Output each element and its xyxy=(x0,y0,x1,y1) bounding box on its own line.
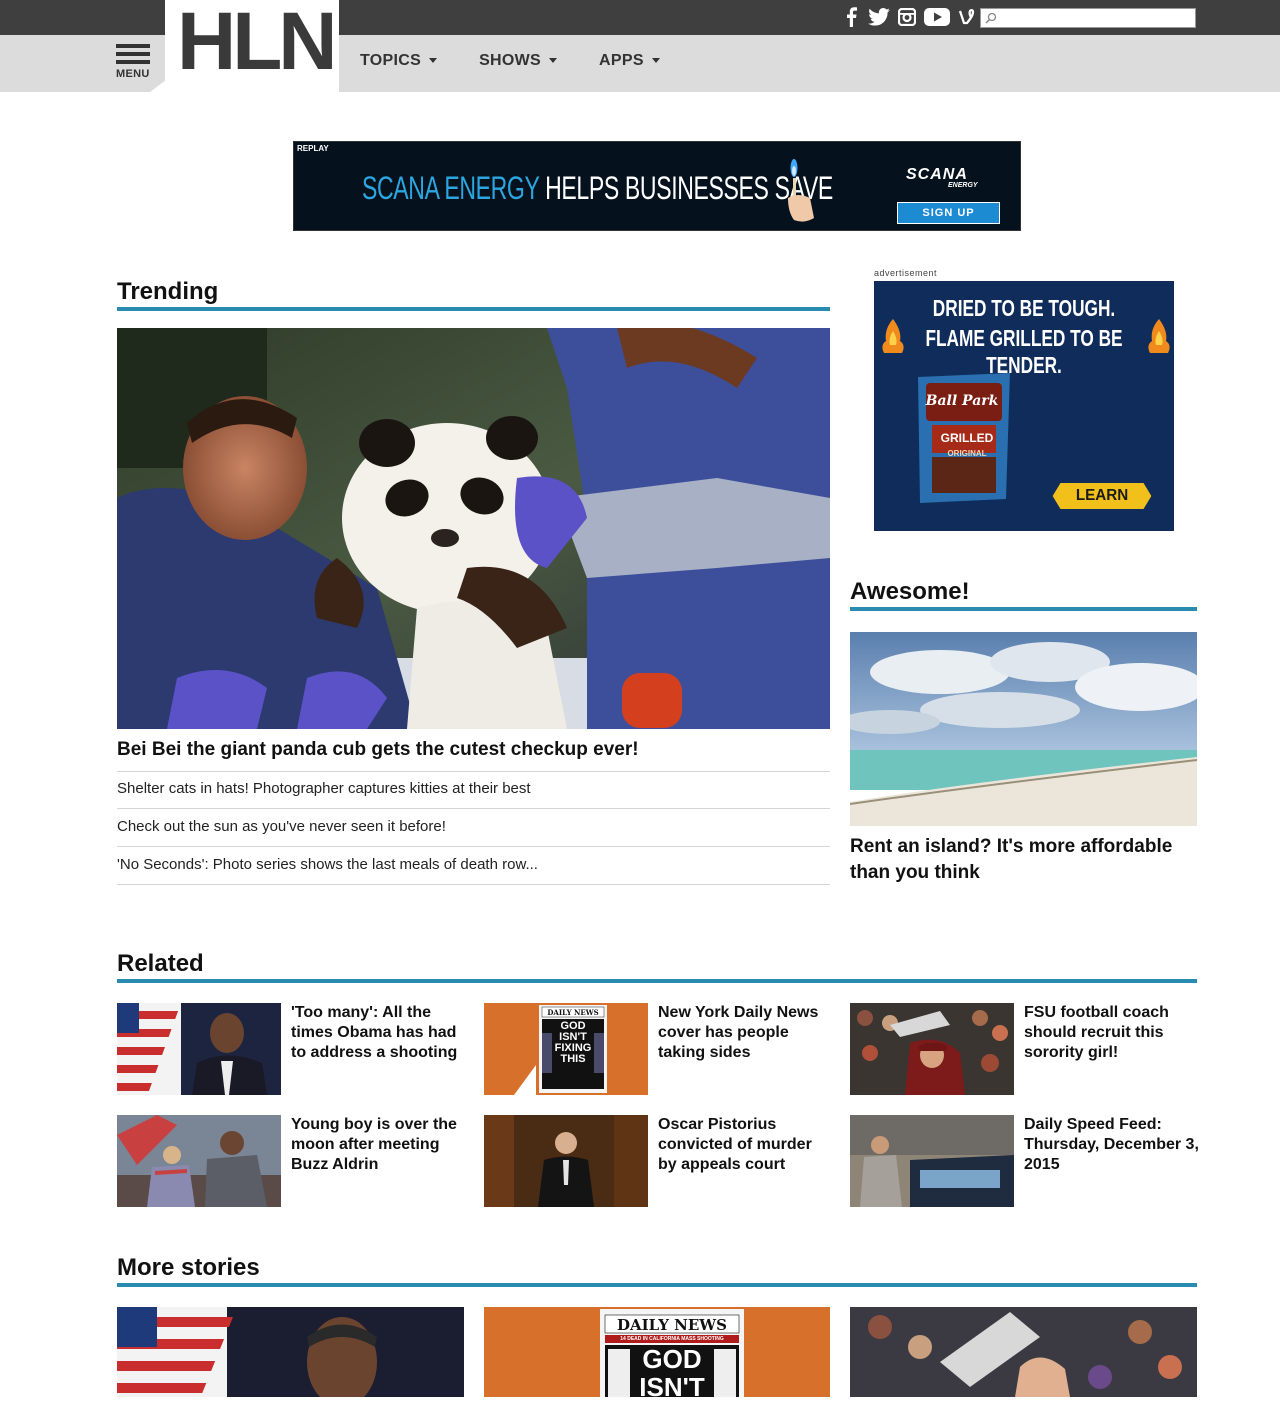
related-thumb: DAILY NEWS GOD ISN'T FIXING THIS xyxy=(484,1003,648,1095)
divider xyxy=(117,884,830,885)
logo-text: HLN xyxy=(177,0,338,87)
related-thumb xyxy=(850,1115,1014,1207)
instagram-icon[interactable] xyxy=(896,6,918,28)
divider xyxy=(117,846,830,847)
daily-news-masthead: DAILY NEWS xyxy=(616,1316,727,1334)
caret-down-icon xyxy=(651,58,660,64)
youtube-icon[interactable] xyxy=(924,6,950,28)
trending-rule xyxy=(117,307,830,311)
related-item[interactable]: 'Too many': All the times Obama has had … xyxy=(117,1003,467,1098)
flame-icon xyxy=(1148,319,1170,353)
related-text: New York Daily News cover has people tak… xyxy=(658,1004,819,1061)
nav-apps[interactable]: APPS xyxy=(599,52,660,70)
flame-icon xyxy=(882,319,904,353)
trending-link-1[interactable]: Shelter cats in hats! Photographer captu… xyxy=(117,780,830,797)
divider xyxy=(117,808,830,809)
more-story-card[interactable] xyxy=(850,1307,1197,1397)
ad-replay-tag[interactable]: REPLAY xyxy=(297,144,329,153)
nav-topics-label: TOPICS xyxy=(360,52,422,69)
ad-headline: SCANA ENERGY HELPS BUSINESSES SAVE xyxy=(362,170,833,207)
related-text: 'Too many': All the times Obama has had … xyxy=(291,1004,458,1061)
nav-topics[interactable]: TOPICS xyxy=(360,52,438,70)
search-input[interactable] xyxy=(1000,10,1195,26)
divider xyxy=(117,771,830,772)
side-ad-line1: DRIED TO BE TOUGH. xyxy=(932,295,1116,321)
related-item[interactable]: DAILY NEWS GOD ISN'T FIXING THIS New Yor… xyxy=(484,1003,834,1098)
related-text: FSU football coach should recruit this s… xyxy=(1024,1004,1169,1061)
related-text: Young boy is over the moon after meeting… xyxy=(291,1116,457,1173)
product-flavor-label: ORIGINAL xyxy=(947,449,987,458)
product-name-label: GRILLED xyxy=(940,431,994,445)
side-ad[interactable]: DRIED TO BE TOUGH. FLAME GRILLED TO BE T… xyxy=(874,281,1174,531)
daily-news-masthead: DAILY NEWS xyxy=(547,1008,599,1017)
product-brand-label: Ball Park xyxy=(925,393,999,409)
related-text: Daily Speed Feed: Thursday, December 3, … xyxy=(1024,1116,1199,1173)
awesome-heading: Awesome! xyxy=(850,578,970,605)
trending-hero-title[interactable]: Bei Bei the giant panda cub gets the cut… xyxy=(117,739,639,761)
search-box[interactable] xyxy=(980,8,1196,28)
awesome-image[interactable] xyxy=(850,632,1197,826)
daily-news-headline: GOD ISN'T xyxy=(639,1344,705,1397)
related-heading: Related xyxy=(117,950,204,977)
menu-button[interactable]: MENU xyxy=(116,44,152,84)
related-rule xyxy=(117,979,1197,983)
awesome-rule xyxy=(850,607,1197,611)
trending-link-2[interactable]: Check out the sun as you've never seen i… xyxy=(117,818,830,835)
awesome-story-title[interactable]: Rent an island? It's more affordable tha… xyxy=(850,834,1200,886)
caret-down-icon xyxy=(429,58,438,64)
nav-apps-label: APPS xyxy=(599,52,644,69)
daily-news-subhead: 14 DEAD IN CALIFORNIA MASS SHOOTING xyxy=(620,1336,724,1342)
banner-ad[interactable]: REPLAY SCANA ENERGY HELPS BUSINESSES SAV… xyxy=(293,141,1021,231)
caret-down-icon xyxy=(549,58,558,64)
related-thumb xyxy=(117,1115,281,1207)
trending-hero-image[interactable] xyxy=(117,328,830,729)
facebook-icon[interactable] xyxy=(840,6,862,28)
daily-news-headline: GOD ISN'T FIXING THIS xyxy=(554,1020,592,1065)
more-stories-rule xyxy=(117,1283,1197,1287)
twitter-icon[interactable] xyxy=(868,6,890,28)
ad-headline-brand: SCANA ENERGY xyxy=(362,170,540,206)
related-item[interactable]: Oscar Pistorius convicted of murder by a… xyxy=(484,1115,834,1210)
search-icon xyxy=(985,12,997,24)
side-ad-line2: FLAME GRILLED TO BE TENDER. xyxy=(925,325,1123,378)
trending-link-3[interactable]: 'No Seconds': Photo series shows the las… xyxy=(117,856,830,873)
related-item[interactable]: FSU football coach should recruit this s… xyxy=(850,1003,1200,1098)
vine-icon[interactable] xyxy=(956,6,978,28)
more-story-card[interactable]: DAILY NEWS 14 DEAD IN CALIFORNIA MASS SH… xyxy=(484,1307,830,1397)
menu-label: MENU xyxy=(116,68,150,80)
hln-logo[interactable]: HLN xyxy=(165,0,339,92)
related-item[interactable]: Young boy is over the moon after meeting… xyxy=(117,1115,467,1210)
related-thumb xyxy=(484,1115,648,1207)
nav-shows[interactable]: SHOWS xyxy=(479,52,558,70)
related-text: Oscar Pistorius convicted of murder by a… xyxy=(658,1116,812,1173)
more-stories-heading: More stories xyxy=(117,1254,260,1281)
ad-signup-button[interactable]: SIGN UP xyxy=(897,202,1000,224)
related-thumb xyxy=(850,1003,1014,1095)
main-nav: TOPICS SHOWS APPS xyxy=(360,52,660,70)
trending-heading: Trending xyxy=(117,278,219,305)
advertisement-label: advertisement xyxy=(874,268,938,278)
more-story-card[interactable] xyxy=(117,1307,464,1397)
nav-shows-label: SHOWS xyxy=(479,52,542,69)
hamburger-icon xyxy=(116,44,152,64)
learn-more-button[interactable]: LEARN MORE xyxy=(1052,483,1152,509)
related-item[interactable]: Daily Speed Feed: Thursday, December 3, … xyxy=(850,1115,1200,1210)
lit-match-image xyxy=(788,159,814,222)
social-links xyxy=(840,6,978,28)
scana-logo-sub: ENERGY xyxy=(948,182,978,189)
related-thumb xyxy=(117,1003,281,1095)
